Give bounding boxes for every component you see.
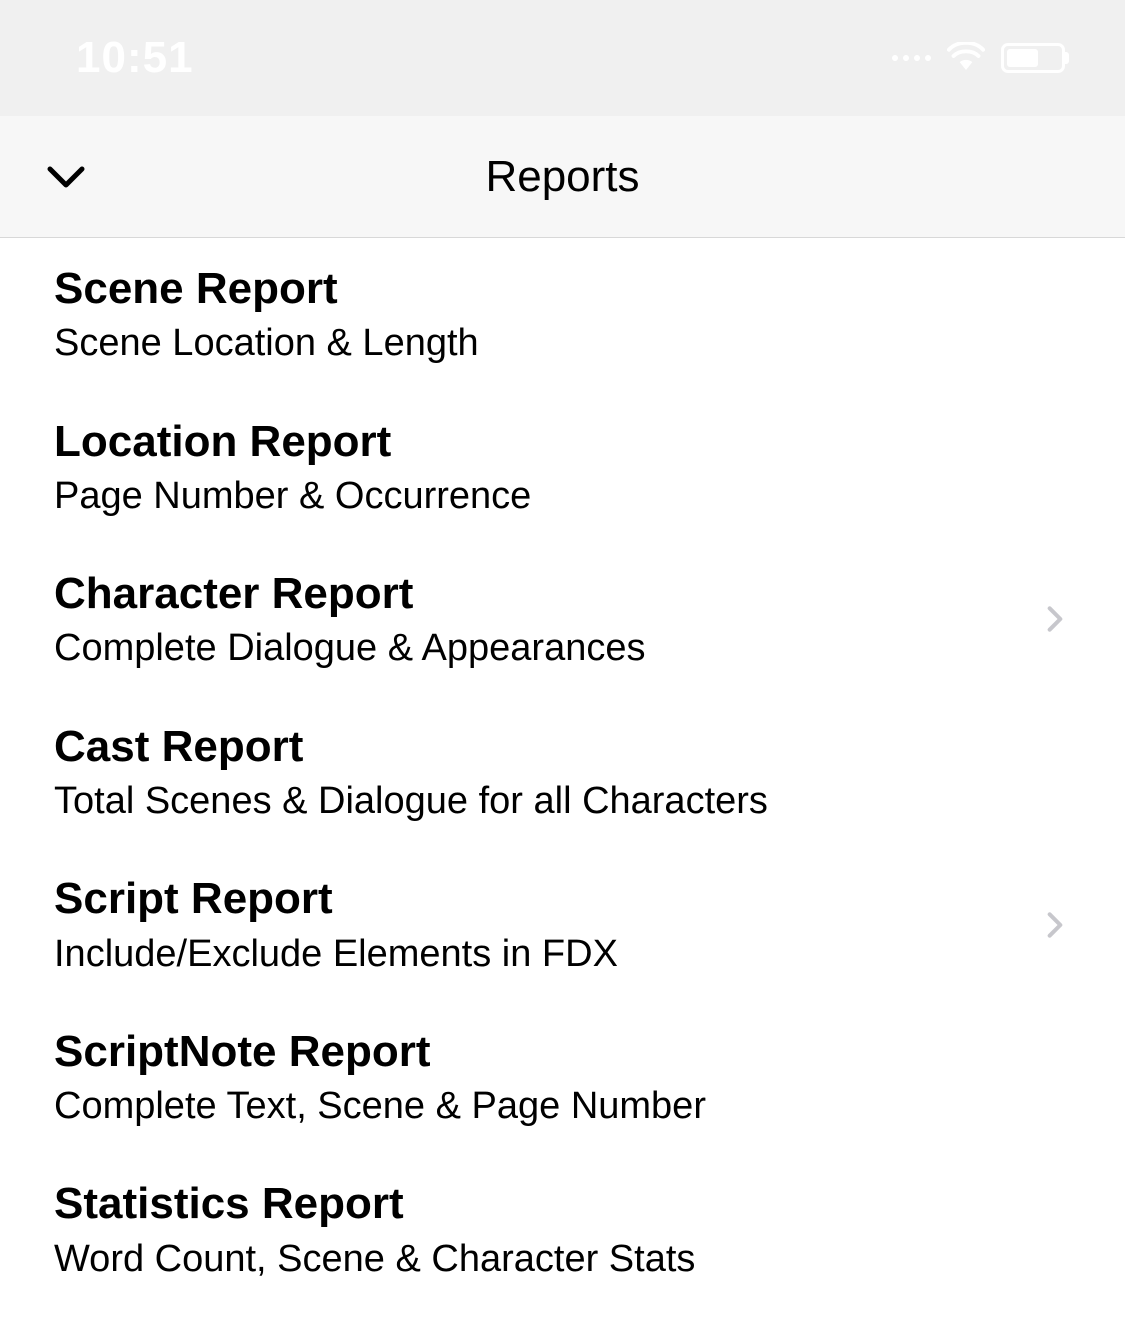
list-item-scriptnote-report[interactable]: ScriptNote Report Complete Text, Scene &… [0,1001,1125,1154]
list-item-subtitle: Complete Dialogue & Appearances [54,624,1019,673]
reports-list: Scene Report Scene Location & Length Loc… [0,238,1125,1306]
chevron-right-icon [1039,603,1071,635]
list-item-title: Location Report [54,413,1071,470]
signal-strength-icon [892,55,931,61]
list-item-location-report[interactable]: Location Report Page Number & Occurrence [0,391,1125,544]
dismiss-button[interactable] [42,153,90,201]
wifi-icon [947,42,985,75]
list-item-title: Character Report [54,565,1019,622]
list-item-subtitle: Page Number & Occurrence [54,472,1071,521]
list-item-title: Statistics Report [54,1175,1071,1232]
list-item-subtitle: Word Count, Scene & Character Stats [54,1235,1071,1284]
list-item-scene-report[interactable]: Scene Report Scene Location & Length [0,238,1125,391]
list-item-subtitle: Complete Text, Scene & Page Number [54,1082,1071,1131]
list-item-cast-report[interactable]: Cast Report Total Scenes & Dialogue for … [0,696,1125,849]
list-item-title: ScriptNote Report [54,1023,1071,1080]
list-item-subtitle: Include/Exclude Elements in FDX [54,930,1019,979]
chevron-down-icon [42,153,90,201]
status-bar: 10:51 [0,0,1125,116]
list-item-subtitle: Scene Location & Length [54,319,1071,368]
chevron-right-icon [1039,909,1071,941]
header-bar: Reports [0,116,1125,238]
list-item-statistics-report[interactable]: Statistics Report Word Count, Scene & Ch… [0,1153,1125,1306]
page-title: Reports [485,152,639,202]
list-item-title: Script Report [54,870,1019,927]
list-item-script-report[interactable]: Script Report Include/Exclude Elements i… [0,848,1125,1001]
list-item-subtitle: Total Scenes & Dialogue for all Characte… [54,777,1071,826]
battery-icon [1001,43,1065,73]
status-icons [892,42,1065,75]
list-item-character-report[interactable]: Character Report Complete Dialogue & App… [0,543,1125,696]
list-item-title: Scene Report [54,260,1071,317]
list-item-title: Cast Report [54,718,1071,775]
status-time: 10:51 [76,33,194,83]
